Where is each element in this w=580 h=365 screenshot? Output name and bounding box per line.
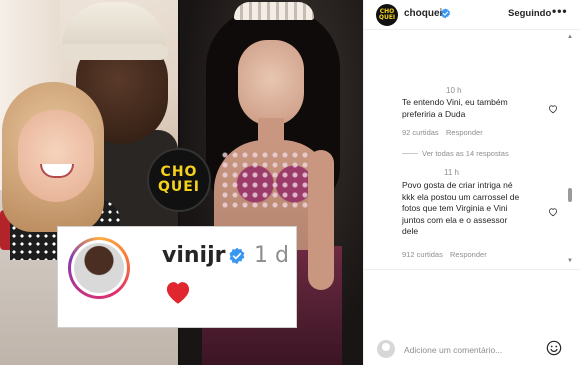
scroll-up-arrow-icon[interactable]: ▲ [567, 34, 573, 40]
embedded-instagram-comment-card: vinijr 1 d [57, 226, 297, 328]
reply-button[interactable]: Responder [450, 250, 487, 259]
comment-timestamp: 11 h [444, 168, 459, 177]
comment-likes-count[interactable]: 912 curtidas [402, 250, 443, 259]
divider [364, 269, 580, 270]
verified-badge-icon [229, 247, 245, 265]
instagram-post-view: CHO QUEI vinijr 1 d CHO QUEI choquei Seg… [0, 0, 580, 365]
red-heart-icon [166, 282, 190, 304]
flower-crown [234, 2, 314, 20]
verified-badge-icon [440, 8, 451, 19]
like-heart-icon[interactable] [548, 104, 558, 114]
scroll-down-arrow-icon[interactable]: ▼ [567, 258, 573, 264]
post-image[interactable]: CHO QUEI vinijr 1 d [0, 0, 363, 365]
account-name-link[interactable]: choquei [404, 8, 442, 19]
comment-text: Te entendo Vini, eu também preferiria a … [402, 97, 508, 119]
story-ring [68, 237, 130, 299]
account-avatar[interactable]: CHO QUEI [376, 4, 398, 26]
cap-brim [58, 44, 168, 60]
account-avatar-text: CHO QUEI [378, 8, 396, 21]
logo-line-2: QUEI [157, 179, 201, 195]
card-username: vinijr [162, 243, 226, 268]
arm [308, 150, 334, 290]
emoji-icon[interactable] [546, 340, 562, 356]
woman-face [18, 110, 94, 202]
logo-line-1: CHO [160, 164, 198, 180]
comment-timestamp: 10 h [446, 86, 462, 95]
like-heart-icon[interactable] [548, 207, 558, 217]
add-comment-input[interactable]: Adicione um comentário... [404, 345, 502, 355]
comments-panel: CHO QUEI choquei Seguindo ••• ▲ ▼ 10 h T… [363, 0, 580, 365]
comment-likes-count[interactable]: 92 curtidas [402, 128, 439, 137]
replies-divider [402, 153, 418, 154]
view-replies-button[interactable]: Ver todas as 14 respostas [422, 149, 509, 158]
choquei-logo: CHO QUEI [147, 148, 211, 212]
reply-button[interactable]: Responder [446, 128, 483, 137]
following-button[interactable]: Seguindo [508, 8, 551, 19]
avatar [74, 243, 124, 293]
scrollbar-thumb[interactable] [568, 188, 572, 202]
comment-text: Povo gosta de criar intriga né kkk ela p… [402, 180, 520, 236]
more-options-button[interactable]: ••• [552, 4, 568, 18]
post-header: CHO QUEI choquei Seguindo ••• [364, 0, 580, 30]
user-avatar [377, 340, 395, 358]
card-timestamp: 1 d [254, 243, 289, 268]
woman-face [238, 40, 304, 126]
